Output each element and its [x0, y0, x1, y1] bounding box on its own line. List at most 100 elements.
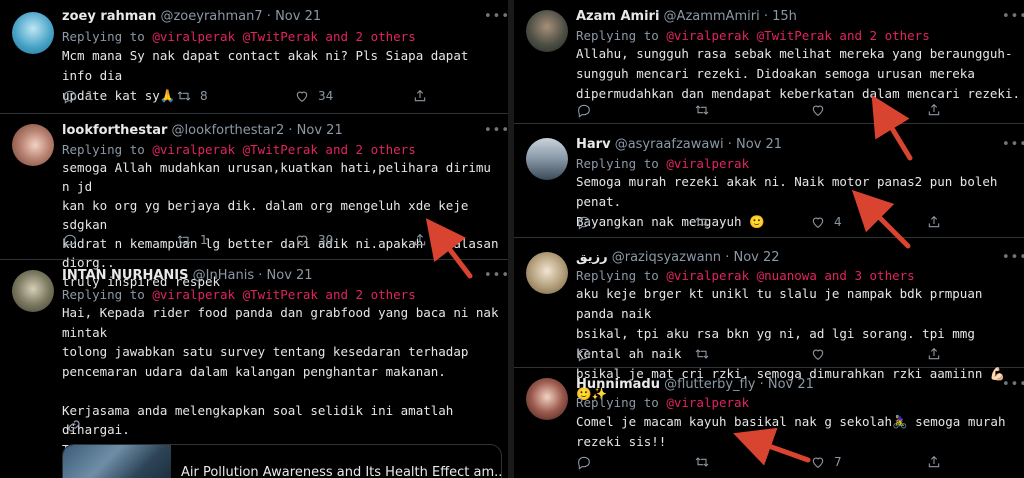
- timestamp[interactable]: Nov 22: [733, 250, 779, 265]
- timestamp[interactable]: Nov 21: [267, 268, 313, 283]
- like-button[interactable]: 30: [294, 232, 333, 248]
- like-button[interactable]: 7: [810, 454, 842, 470]
- retweet-button[interactable]: 1: [176, 232, 208, 248]
- replying-to: Replying to @viralperak @TwitPerak and 2…: [62, 287, 416, 302]
- display-name[interactable]: lookforthestar: [62, 123, 167, 138]
- handle[interactable]: @zoeyrahman7: [160, 9, 262, 24]
- like-count: 4: [834, 215, 842, 229]
- reply-icon: [64, 234, 76, 248]
- avatar[interactable]: [526, 10, 568, 52]
- tweet[interactable]: Hunnimadu @flutterby_fly · Nov 21 ••• Re…: [514, 372, 1024, 478]
- reply-button[interactable]: 1: [62, 88, 94, 104]
- share-button[interactable]: [926, 346, 942, 362]
- timestamp[interactable]: Nov 21: [768, 377, 814, 392]
- share-button[interactable]: [926, 214, 942, 230]
- retweet-button[interactable]: [694, 214, 710, 230]
- share-icon: [928, 455, 940, 468]
- like-button[interactable]: [810, 346, 826, 362]
- share-button[interactable]: [926, 454, 942, 470]
- replying-to: Replying to @viralperak: [576, 156, 749, 171]
- reply-button[interactable]: [576, 346, 592, 362]
- left-column: zoey rahman @zoeyrahman7 · Nov 21 ••• Re…: [0, 0, 508, 478]
- reply-icon: [64, 90, 76, 104]
- share-button[interactable]: [412, 88, 428, 104]
- card-title: Air Pollution Awareness and Its Health E…: [181, 465, 502, 478]
- tweet[interactable]: zoey rahman @zoeyrahman7 · Nov 21 ••• Re…: [0, 0, 508, 114]
- reply-mentions[interactable]: @viralperak: [666, 156, 749, 171]
- handle[interactable]: @flutterby_fly: [664, 377, 755, 392]
- display-name[interactable]: Harv: [576, 137, 611, 152]
- retweet-button[interactable]: [694, 454, 710, 470]
- link-card[interactable]: Air Pollution Awareness and Its Health E…: [62, 444, 502, 478]
- share-icon: [414, 233, 426, 246]
- retweet-button[interactable]: [694, 346, 710, 362]
- separator-dot: ·: [759, 377, 764, 392]
- like-icon: [812, 349, 824, 360]
- handle[interactable]: @InHanis: [193, 268, 254, 283]
- tweet-header: Harv @asyraafzawawi · Nov 21: [576, 137, 782, 152]
- handle[interactable]: @lookforthestar2: [172, 123, 285, 138]
- avatar[interactable]: [526, 252, 568, 294]
- tweet-text: Hai, Kepada rider food panda dan grabfoo…: [62, 305, 499, 457]
- more-icon[interactable]: •••: [484, 9, 508, 24]
- timestamp[interactable]: 15h: [772, 9, 797, 24]
- reply-mentions[interactable]: @viralperak @nuanowa and 3 others: [666, 268, 914, 283]
- like-button[interactable]: 4: [810, 214, 842, 230]
- tweet[interactable]: رزيق @raziqsyazwann · Nov 22 ••• Replyin…: [514, 242, 1024, 401]
- reply-button[interactable]: [62, 232, 86, 248]
- avatar[interactable]: [12, 270, 54, 312]
- handle[interactable]: @AzammAmiri: [664, 9, 760, 24]
- separator-dot: ·: [763, 9, 768, 24]
- avatar[interactable]: [12, 12, 54, 54]
- more-icon[interactable]: •••: [484, 268, 508, 283]
- avatar[interactable]: [12, 124, 54, 166]
- reply-mentions[interactable]: @viralperak @TwitPerak and 2 others: [152, 287, 415, 302]
- display-name[interactable]: zoey rahman: [62, 9, 156, 24]
- like-icon: [296, 91, 308, 102]
- retweet-button[interactable]: [694, 102, 710, 118]
- tweet[interactable]: Harv @asyraafzawawi · Nov 21 ••• Replyin…: [514, 128, 1024, 238]
- more-icon[interactable]: •••: [1002, 377, 1024, 392]
- more-icon[interactable]: •••: [484, 123, 508, 138]
- replying-prefix: Replying to: [62, 287, 145, 302]
- share-button[interactable]: [926, 102, 942, 118]
- tweet[interactable]: lookforthestar @lookforthestar2 · Nov 21…: [0, 114, 508, 289]
- reply-mentions[interactable]: @viralperak: [666, 395, 749, 410]
- like-button[interactable]: 34: [294, 88, 333, 104]
- more-icon[interactable]: •••: [1002, 137, 1024, 152]
- more-icon[interactable]: •••: [1002, 9, 1024, 24]
- retweet-icon: [177, 91, 191, 101]
- tweet[interactable]: Azam Amiri @AzammAmiri · 15h ••• Replyin…: [514, 0, 1024, 124]
- handle[interactable]: @asyraafzawawi: [615, 137, 724, 152]
- reply-mentions[interactable]: @viralperak @TwitPerak and 2 others: [152, 142, 415, 157]
- separator-dot: ·: [725, 250, 730, 265]
- like-count: 34: [318, 89, 334, 103]
- like-count: 30: [318, 233, 334, 247]
- timestamp[interactable]: Nov 21: [736, 137, 782, 152]
- share-button[interactable]: [412, 232, 428, 248]
- retweet-icon: [695, 105, 709, 115]
- reply-mentions[interactable]: @viralperak @TwitPerak and 2 others: [666, 28, 929, 43]
- timestamp[interactable]: Nov 21: [275, 9, 321, 24]
- like-count: 7: [834, 455, 842, 469]
- display-name[interactable]: INTAN NURHANIS: [62, 268, 189, 283]
- avatar[interactable]: [526, 378, 568, 420]
- avatar[interactable]: [526, 138, 568, 180]
- tweet-actions: [576, 102, 956, 120]
- more-icon[interactable]: •••: [1002, 250, 1024, 265]
- reply-mentions[interactable]: @viralperak @TwitPerak and 2 others: [152, 29, 415, 44]
- display-name[interactable]: رزيق: [576, 250, 608, 265]
- like-button[interactable]: [810, 102, 826, 118]
- reply-button[interactable]: [576, 454, 592, 470]
- reply-count: 1: [86, 89, 94, 103]
- reply-button[interactable]: [576, 214, 592, 230]
- reply-button[interactable]: [576, 102, 592, 118]
- link-icon[interactable]: [66, 418, 82, 438]
- display-name[interactable]: Hunnimadu: [576, 377, 660, 392]
- handle[interactable]: @raziqsyazwann: [612, 250, 721, 265]
- card-image: [63, 445, 171, 478]
- replying-to: Replying to @viralperak @TwitPerak and 2…: [576, 28, 930, 43]
- timestamp[interactable]: Nov 21: [297, 123, 343, 138]
- retweet-button[interactable]: 8: [176, 88, 208, 104]
- display-name[interactable]: Azam Amiri: [576, 9, 659, 24]
